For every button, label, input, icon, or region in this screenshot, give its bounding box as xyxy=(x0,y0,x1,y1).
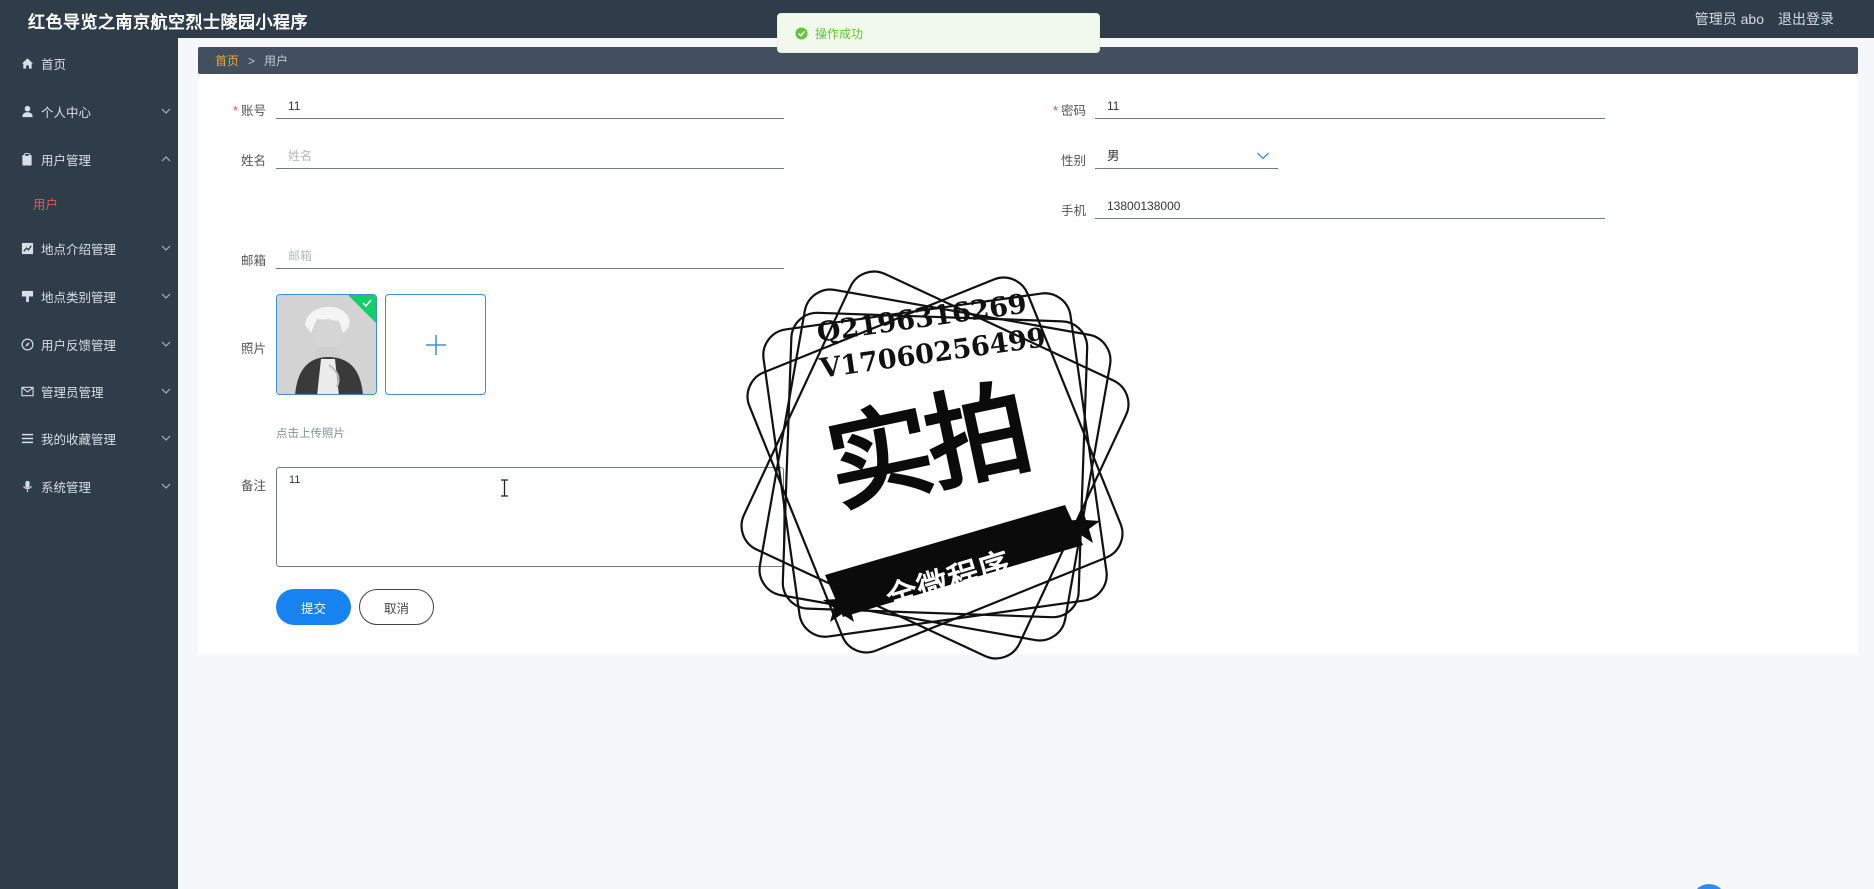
sidebar-item-label: 我的收藏管理 xyxy=(41,432,117,447)
app-title: 红色导览之南京航空烈士陵园小程序 xyxy=(28,13,308,32)
email-input[interactable] xyxy=(276,243,784,269)
sidebar-item-label: 用户反馈管理 xyxy=(41,338,117,353)
chevron-down-icon xyxy=(161,341,171,347)
email-label: 邮箱 xyxy=(240,254,266,268)
account-input[interactable] xyxy=(276,93,784,119)
sidebar-item-label: 地点类别管理 xyxy=(41,290,117,305)
gender-select[interactable]: 男 xyxy=(1095,143,1278,169)
sidebar-item-label: 地点介绍管理 xyxy=(41,242,117,257)
floating-action-button[interactable] xyxy=(1692,884,1726,889)
chevron-down-icon xyxy=(161,483,171,489)
clipboard-icon xyxy=(20,152,34,166)
name-input[interactable] xyxy=(276,143,784,169)
submit-button[interactable]: 提交 xyxy=(276,589,351,625)
sidebar-item-user-management[interactable]: 用户管理 xyxy=(0,139,178,179)
chevron-down-icon xyxy=(161,388,171,394)
admin-label: 管理员 abo xyxy=(1694,11,1764,27)
sidebar-item-label: 首页 xyxy=(41,57,67,72)
sidebar: 首页 个人中心 用户管理 用户 地点介绍管理 地点类别管理 用户反馈管理 管理员… xyxy=(0,38,178,889)
logout-button[interactable]: 退出登录 xyxy=(1778,9,1834,29)
chevron-down-icon xyxy=(1257,152,1269,160)
required-mark: * xyxy=(233,104,238,118)
photo-upload-hint: 点击上传照片 xyxy=(276,428,345,440)
breadcrumb-current: 用户 xyxy=(264,54,289,68)
photo-thumbnail[interactable] xyxy=(276,294,377,395)
chevron-down-icon xyxy=(161,108,171,114)
account-label: * 账号 xyxy=(233,104,266,118)
brush-icon xyxy=(20,289,34,303)
success-toast: 操作成功 xyxy=(777,13,1100,53)
text-cursor-icon xyxy=(501,479,508,497)
mic-icon xyxy=(20,479,34,493)
chevron-down-icon xyxy=(161,245,171,251)
sidebar-item-favorites[interactable]: 我的收藏管理 xyxy=(0,418,178,458)
person-photo-image xyxy=(277,295,376,394)
user-icon xyxy=(20,104,34,118)
sidebar-item-system[interactable]: 系统管理 xyxy=(0,466,178,506)
sidebar-item-admin[interactable]: 管理员管理 xyxy=(0,371,178,411)
phone-label: 手机 xyxy=(1060,204,1086,218)
password-label: * 密码 xyxy=(1053,104,1086,118)
toast-message: 操作成功 xyxy=(815,26,864,41)
sidebar-item-profile[interactable]: 个人中心 xyxy=(0,91,178,131)
sidebar-item-location-intro[interactable]: 地点介绍管理 xyxy=(0,228,178,268)
user-form: *账号 *密码 姓名 性别 男 手机 邮箱 照片 点击上传照片 备 xyxy=(198,74,1858,654)
name-label: 姓名 xyxy=(240,154,266,168)
password-input[interactable] xyxy=(1095,93,1605,119)
check-icon xyxy=(362,299,372,308)
phone-input[interactable] xyxy=(1095,193,1605,219)
home-icon xyxy=(20,56,34,70)
chart-icon xyxy=(20,241,34,255)
required-mark: * xyxy=(1053,104,1058,118)
cancel-button[interactable]: 取消 xyxy=(359,589,434,625)
remark-textarea[interactable]: 11 xyxy=(276,467,784,567)
sidebar-subitem-users[interactable]: 用户 xyxy=(33,194,58,213)
photo-upload-button[interactable] xyxy=(385,294,486,395)
compass-icon xyxy=(20,337,34,351)
remark-label: 备注 xyxy=(240,479,266,493)
plus-icon xyxy=(425,334,446,355)
sidebar-item-label: 系统管理 xyxy=(41,480,92,495)
breadcrumb-separator: > xyxy=(248,53,256,68)
sidebar-item-home[interactable]: 首页 xyxy=(0,43,178,83)
photo-label: 照片 xyxy=(240,342,266,356)
chevron-down-icon xyxy=(161,435,171,441)
gender-label: 性别 xyxy=(1060,154,1086,168)
sidebar-item-label: 管理员管理 xyxy=(41,385,104,400)
gender-select-value: 男 xyxy=(1107,149,1120,163)
sidebar-item-location-category[interactable]: 地点类别管理 xyxy=(0,276,178,316)
sidebar-item-feedback[interactable]: 用户反馈管理 xyxy=(0,324,178,364)
mail-icon xyxy=(20,384,34,398)
breadcrumb-home[interactable]: 首页 xyxy=(215,52,239,69)
sidebar-item-label: 个人中心 xyxy=(41,105,92,120)
sidebar-item-label: 用户管理 xyxy=(41,153,92,168)
success-check-icon xyxy=(795,26,808,40)
chevron-up-icon xyxy=(161,156,171,162)
list-icon xyxy=(20,431,34,445)
chevron-down-icon xyxy=(161,293,171,299)
